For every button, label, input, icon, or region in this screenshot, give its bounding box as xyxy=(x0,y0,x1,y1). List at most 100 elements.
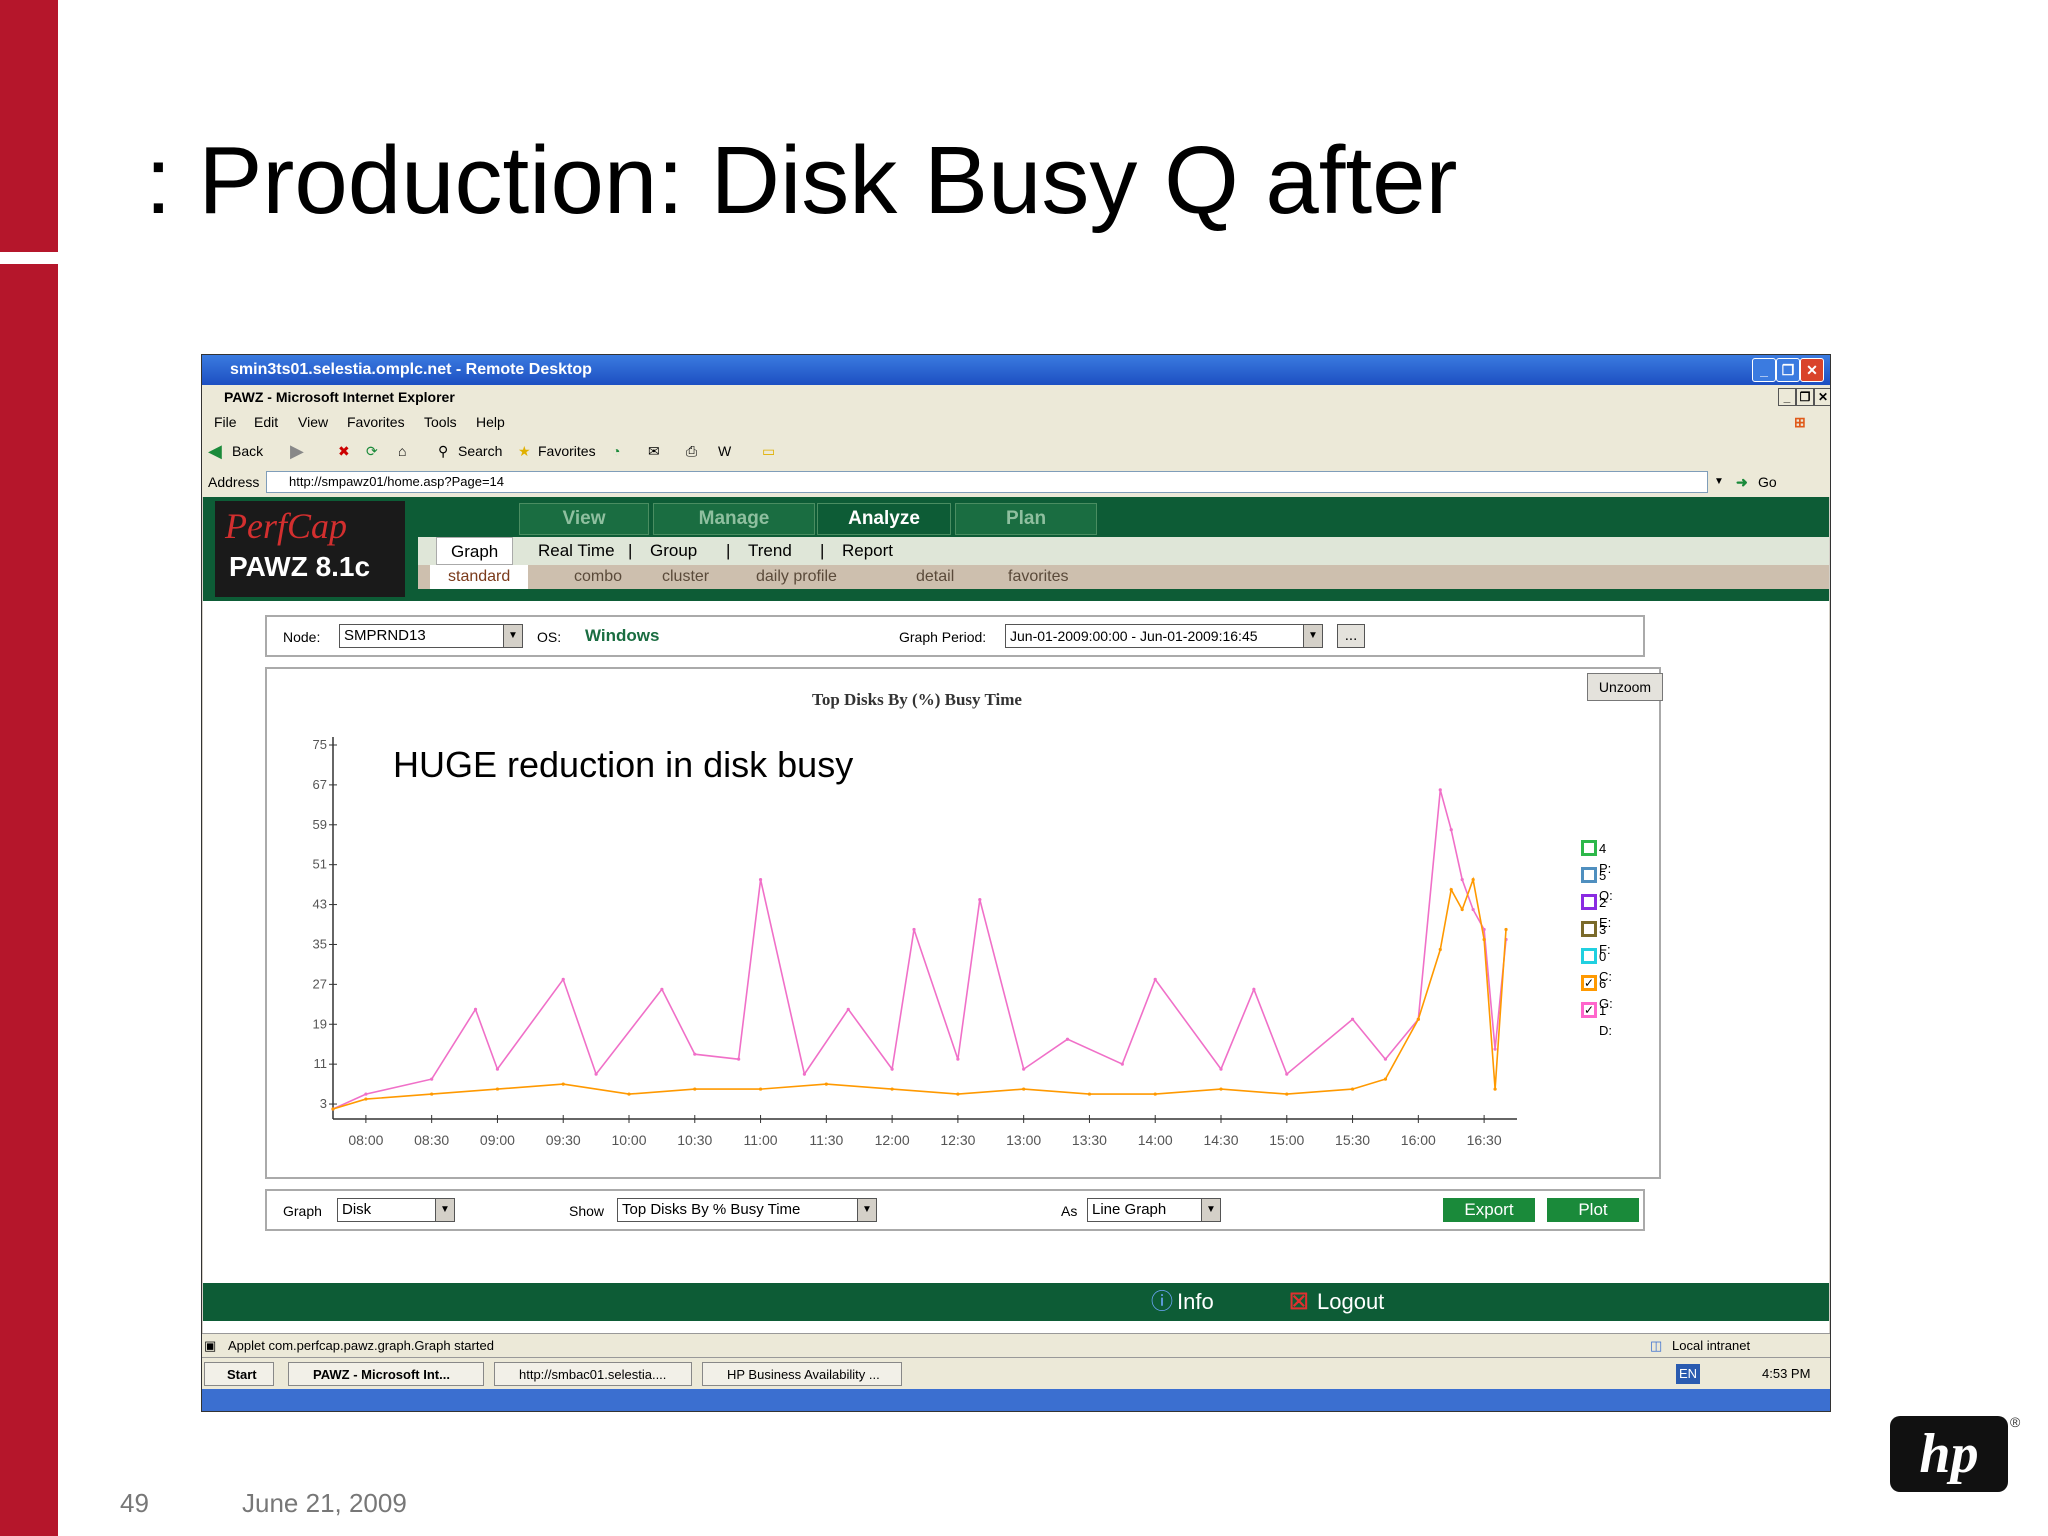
taskbar-item[interactable]: HP Business Availability ... xyxy=(702,1362,902,1386)
search-button[interactable]: Search xyxy=(458,435,502,467)
favorites-button[interactable]: Favorites xyxy=(538,435,596,467)
node-select[interactable]: SMPRND13 ▼ xyxy=(339,624,523,648)
search-icon[interactable]: ⚲ xyxy=(438,435,448,467)
taskbar-item[interactable]: PAWZ - Microsoft Int... xyxy=(288,1362,484,1386)
subnav-sep: | xyxy=(726,541,731,560)
show-value: Top Disks By % Busy Time xyxy=(622,1201,801,1218)
folder-icon[interactable]: ▭ xyxy=(762,435,775,467)
data-point xyxy=(1416,1017,1420,1021)
graph-type-select[interactable]: Disk ▼ xyxy=(337,1198,455,1222)
data-point xyxy=(495,1087,500,1091)
go-button[interactable]: Go xyxy=(1758,467,1777,497)
subnav-graph[interactable]: Graph xyxy=(436,537,514,565)
x-tick-label: 08:30 xyxy=(414,1132,449,1148)
home-icon[interactable]: ⌂ xyxy=(398,435,406,467)
taskbar-item-label: PAWZ - Microsoft Int... xyxy=(313,1367,450,1382)
back-button[interactable]: Back xyxy=(232,435,263,467)
subnav2-cluster[interactable]: cluster xyxy=(662,565,709,589)
menu-tools[interactable]: Tools xyxy=(424,409,457,435)
data-point xyxy=(1460,907,1464,912)
menu-view[interactable]: View xyxy=(298,409,328,435)
menu-help[interactable]: Help xyxy=(476,409,505,435)
ie-restore-icon[interactable]: ❐ xyxy=(1796,388,1814,406)
close-icon[interactable]: ✕ xyxy=(1800,358,1824,382)
subnav2-combo[interactable]: combo xyxy=(574,565,622,589)
app-footer-bar: ⓘ Info ☒ Logout xyxy=(203,1283,1829,1321)
as-select[interactable]: Line Graph ▼ xyxy=(1087,1198,1221,1222)
go-arrow-icon[interactable]: ➜ xyxy=(1736,467,1748,497)
legend-checkbox[interactable] xyxy=(1581,948,1597,964)
legend-checkbox[interactable]: ✓ xyxy=(1581,1002,1597,1018)
x-tick-label: 12:30 xyxy=(940,1132,975,1148)
data-point xyxy=(430,1092,434,1096)
legend-checkbox[interactable] xyxy=(1581,894,1597,910)
info-link[interactable]: Info xyxy=(1177,1283,1214,1321)
slide-accent-bar-top xyxy=(0,0,58,252)
address-label: Address xyxy=(208,474,260,490)
export-button[interactable]: Export xyxy=(1443,1198,1535,1222)
stop-icon[interactable]: ✖ xyxy=(338,435,350,467)
mail-icon[interactable]: ✉ xyxy=(648,435,660,467)
print-icon[interactable]: ⎙ xyxy=(686,435,697,467)
period-picker-button[interactable]: ... xyxy=(1337,624,1365,648)
subnav2-standard[interactable]: standard xyxy=(430,565,529,589)
graph-period-select[interactable]: Jun-01-2009:00:00 - Jun-01-2009:16:45 ▼ xyxy=(1005,624,1323,648)
zone-text: Local intranet xyxy=(1672,1338,1751,1353)
show-select[interactable]: Top Disks By % Busy Time ▼ xyxy=(617,1198,877,1222)
forward-arrow-icon[interactable]: ▶ xyxy=(290,435,304,467)
menu-favorites[interactable]: Favorites xyxy=(347,409,405,435)
taskbar-item[interactable]: http://smbac01.selestia.... xyxy=(494,1362,692,1386)
data-point xyxy=(1438,788,1442,792)
minimize-icon[interactable]: _ xyxy=(1752,358,1776,382)
word-icon[interactable]: W xyxy=(718,435,731,467)
subnav-real-time[interactable]: Real Time xyxy=(538,537,615,565)
subnav-trend[interactable]: Trend xyxy=(748,537,792,565)
data-point xyxy=(978,897,982,902)
legend-checkbox[interactable] xyxy=(1581,840,1597,856)
tab-view[interactable]: View xyxy=(519,503,649,535)
data-point xyxy=(561,1082,565,1086)
legend-checkbox[interactable] xyxy=(1581,921,1597,937)
x-tick-label: 09:30 xyxy=(546,1132,581,1148)
perfcap-logo: PerfCap PAWZ 8.1c xyxy=(215,501,405,597)
data-point xyxy=(1449,828,1453,832)
tab-analyze[interactable]: Analyze xyxy=(817,503,951,535)
address-input[interactable]: http://smpawz01/home.asp?Page=14 xyxy=(266,471,1708,493)
menu-edit[interactable]: Edit xyxy=(254,409,278,435)
tab-manage[interactable]: Manage xyxy=(653,503,815,535)
data-point xyxy=(956,1057,960,1061)
start-button[interactable]: Start xyxy=(204,1362,274,1386)
subnav2-favorites[interactable]: favorites xyxy=(1008,565,1068,589)
y-tick-label: 27 xyxy=(313,976,327,991)
favorites-star-icon[interactable]: ★ xyxy=(518,435,531,467)
subnav-report[interactable]: Report xyxy=(842,537,893,565)
data-point xyxy=(561,977,565,981)
plot-button[interactable]: Plot xyxy=(1547,1198,1639,1222)
logout-link[interactable]: Logout xyxy=(1317,1283,1384,1321)
address-dropdown-icon[interactable]: ▼ xyxy=(1714,467,1724,497)
info-icon: ⓘ xyxy=(1151,1289,1174,1314)
restore-icon[interactable]: ❐ xyxy=(1776,358,1800,382)
data-point xyxy=(824,1082,828,1086)
os-label: OS: xyxy=(537,629,562,645)
history-icon[interactable]: ◔ xyxy=(612,435,620,467)
node-label: Node: xyxy=(283,629,321,645)
subnav-sep: | xyxy=(820,541,825,560)
subnav2-daily-profile[interactable]: daily profile xyxy=(756,565,837,589)
menu-file[interactable]: File xyxy=(214,409,237,435)
ie-minimize-icon[interactable]: _ xyxy=(1778,388,1796,406)
subnav-group[interactable]: Group xyxy=(650,537,697,565)
x-tick-label: 10:00 xyxy=(611,1132,646,1148)
subnav2-detail[interactable]: detail xyxy=(916,565,954,589)
back-arrow-icon[interactable]: ◀ xyxy=(208,435,222,467)
language-indicator[interactable]: EN xyxy=(1676,1364,1701,1384)
chart-legend: 4 P: 5 Q: 2 E: 3 F: 0 C: ✓ 6 G: ✓ 1 D: xyxy=(1581,839,1641,1039)
ie-close-icon[interactable]: ✕ xyxy=(1814,388,1830,406)
legend-checkbox[interactable]: ✓ xyxy=(1581,975,1597,991)
disk-busy-chart: Top Disks By (%) Busy Time HUGE reductio… xyxy=(313,690,1517,1148)
legend-checkbox[interactable] xyxy=(1581,867,1597,883)
refresh-icon[interactable]: ⟳ xyxy=(366,435,378,467)
registered-mark-icon: ® xyxy=(2010,1414,2021,1430)
tab-plan[interactable]: Plan xyxy=(955,503,1097,535)
x-tick-label: 16:30 xyxy=(1467,1132,1502,1148)
